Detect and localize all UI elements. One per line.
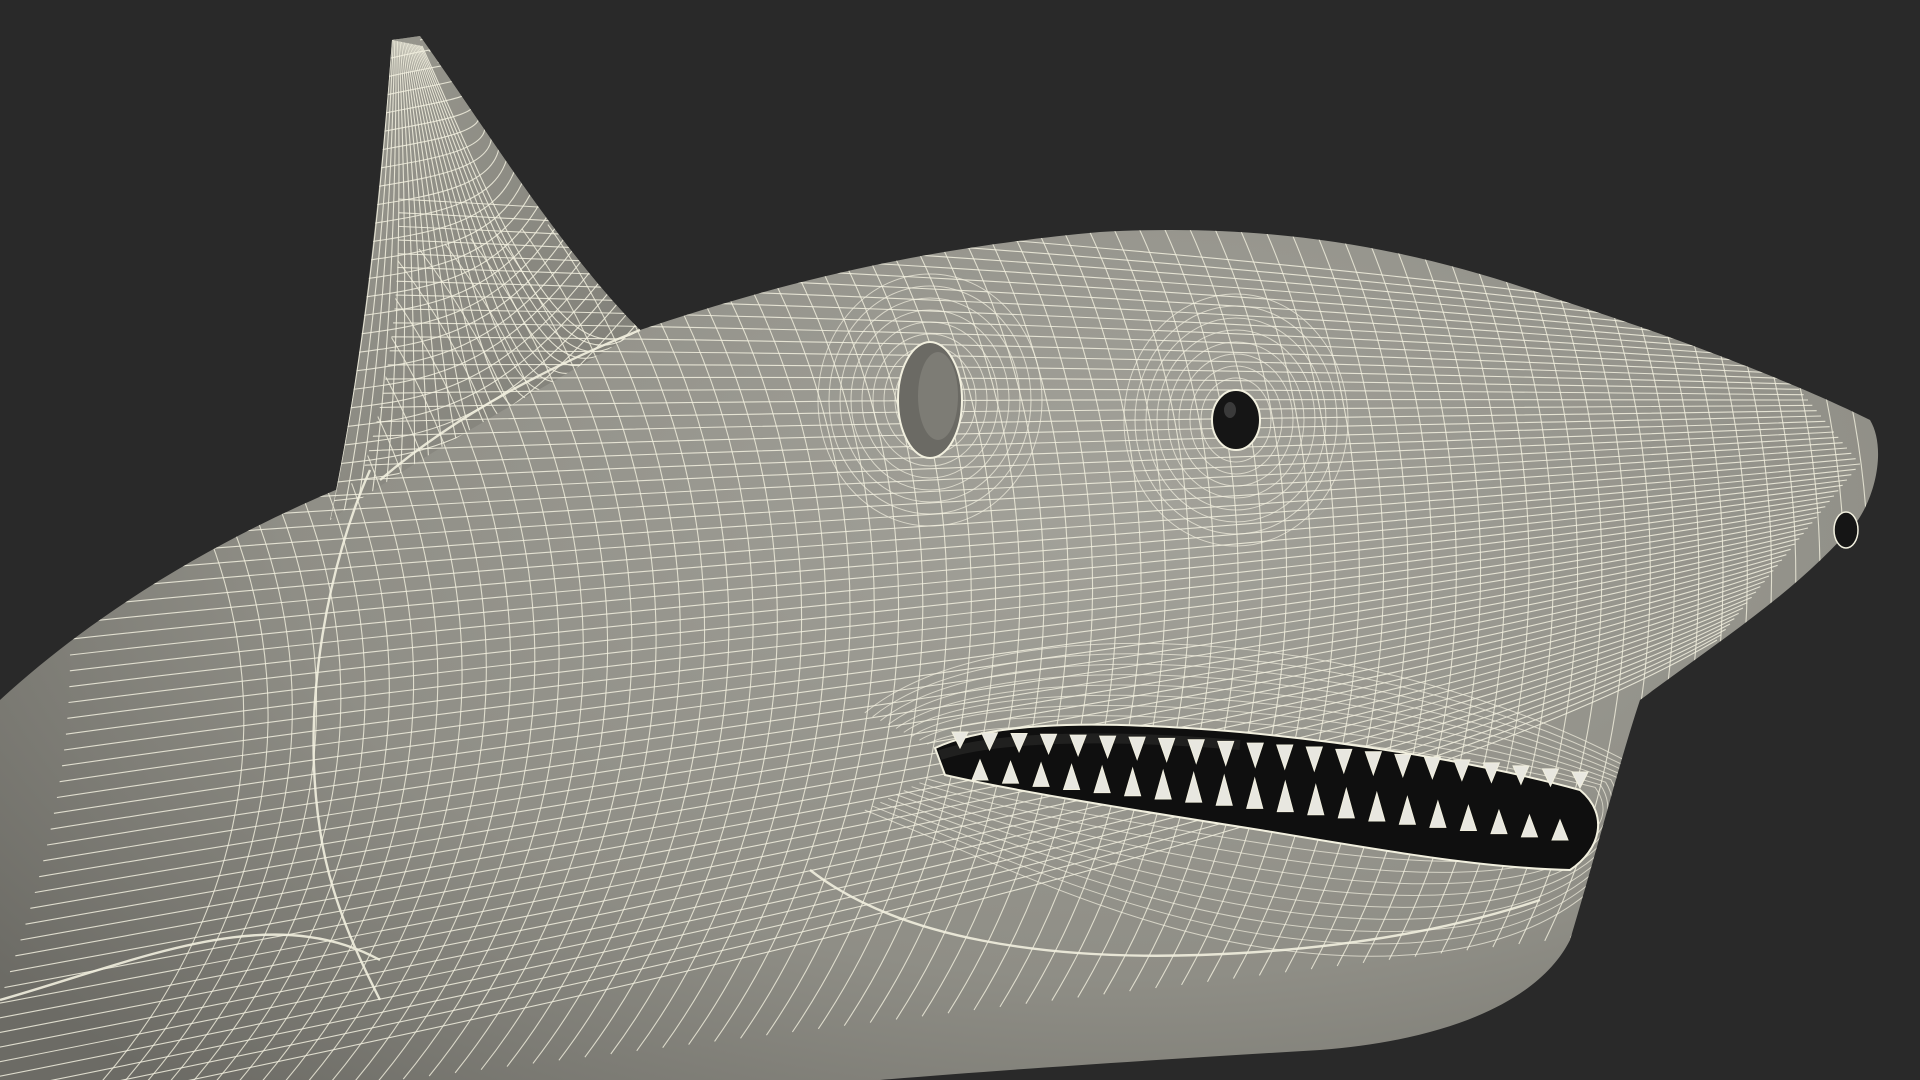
wire-line [1829, 272, 1879, 907]
render-viewport [0, 0, 1920, 1080]
wire-line [1855, 278, 1879, 904]
wire-line [1882, 285, 1920, 900]
spiracle [897, 341, 963, 459]
shark-wireframe-render [0, 36, 1920, 1080]
wire-line [391, 36, 458, 41]
wire-line [1803, 265, 1870, 910]
shark-nostril [1833, 511, 1859, 549]
shark-eye [1211, 389, 1261, 451]
